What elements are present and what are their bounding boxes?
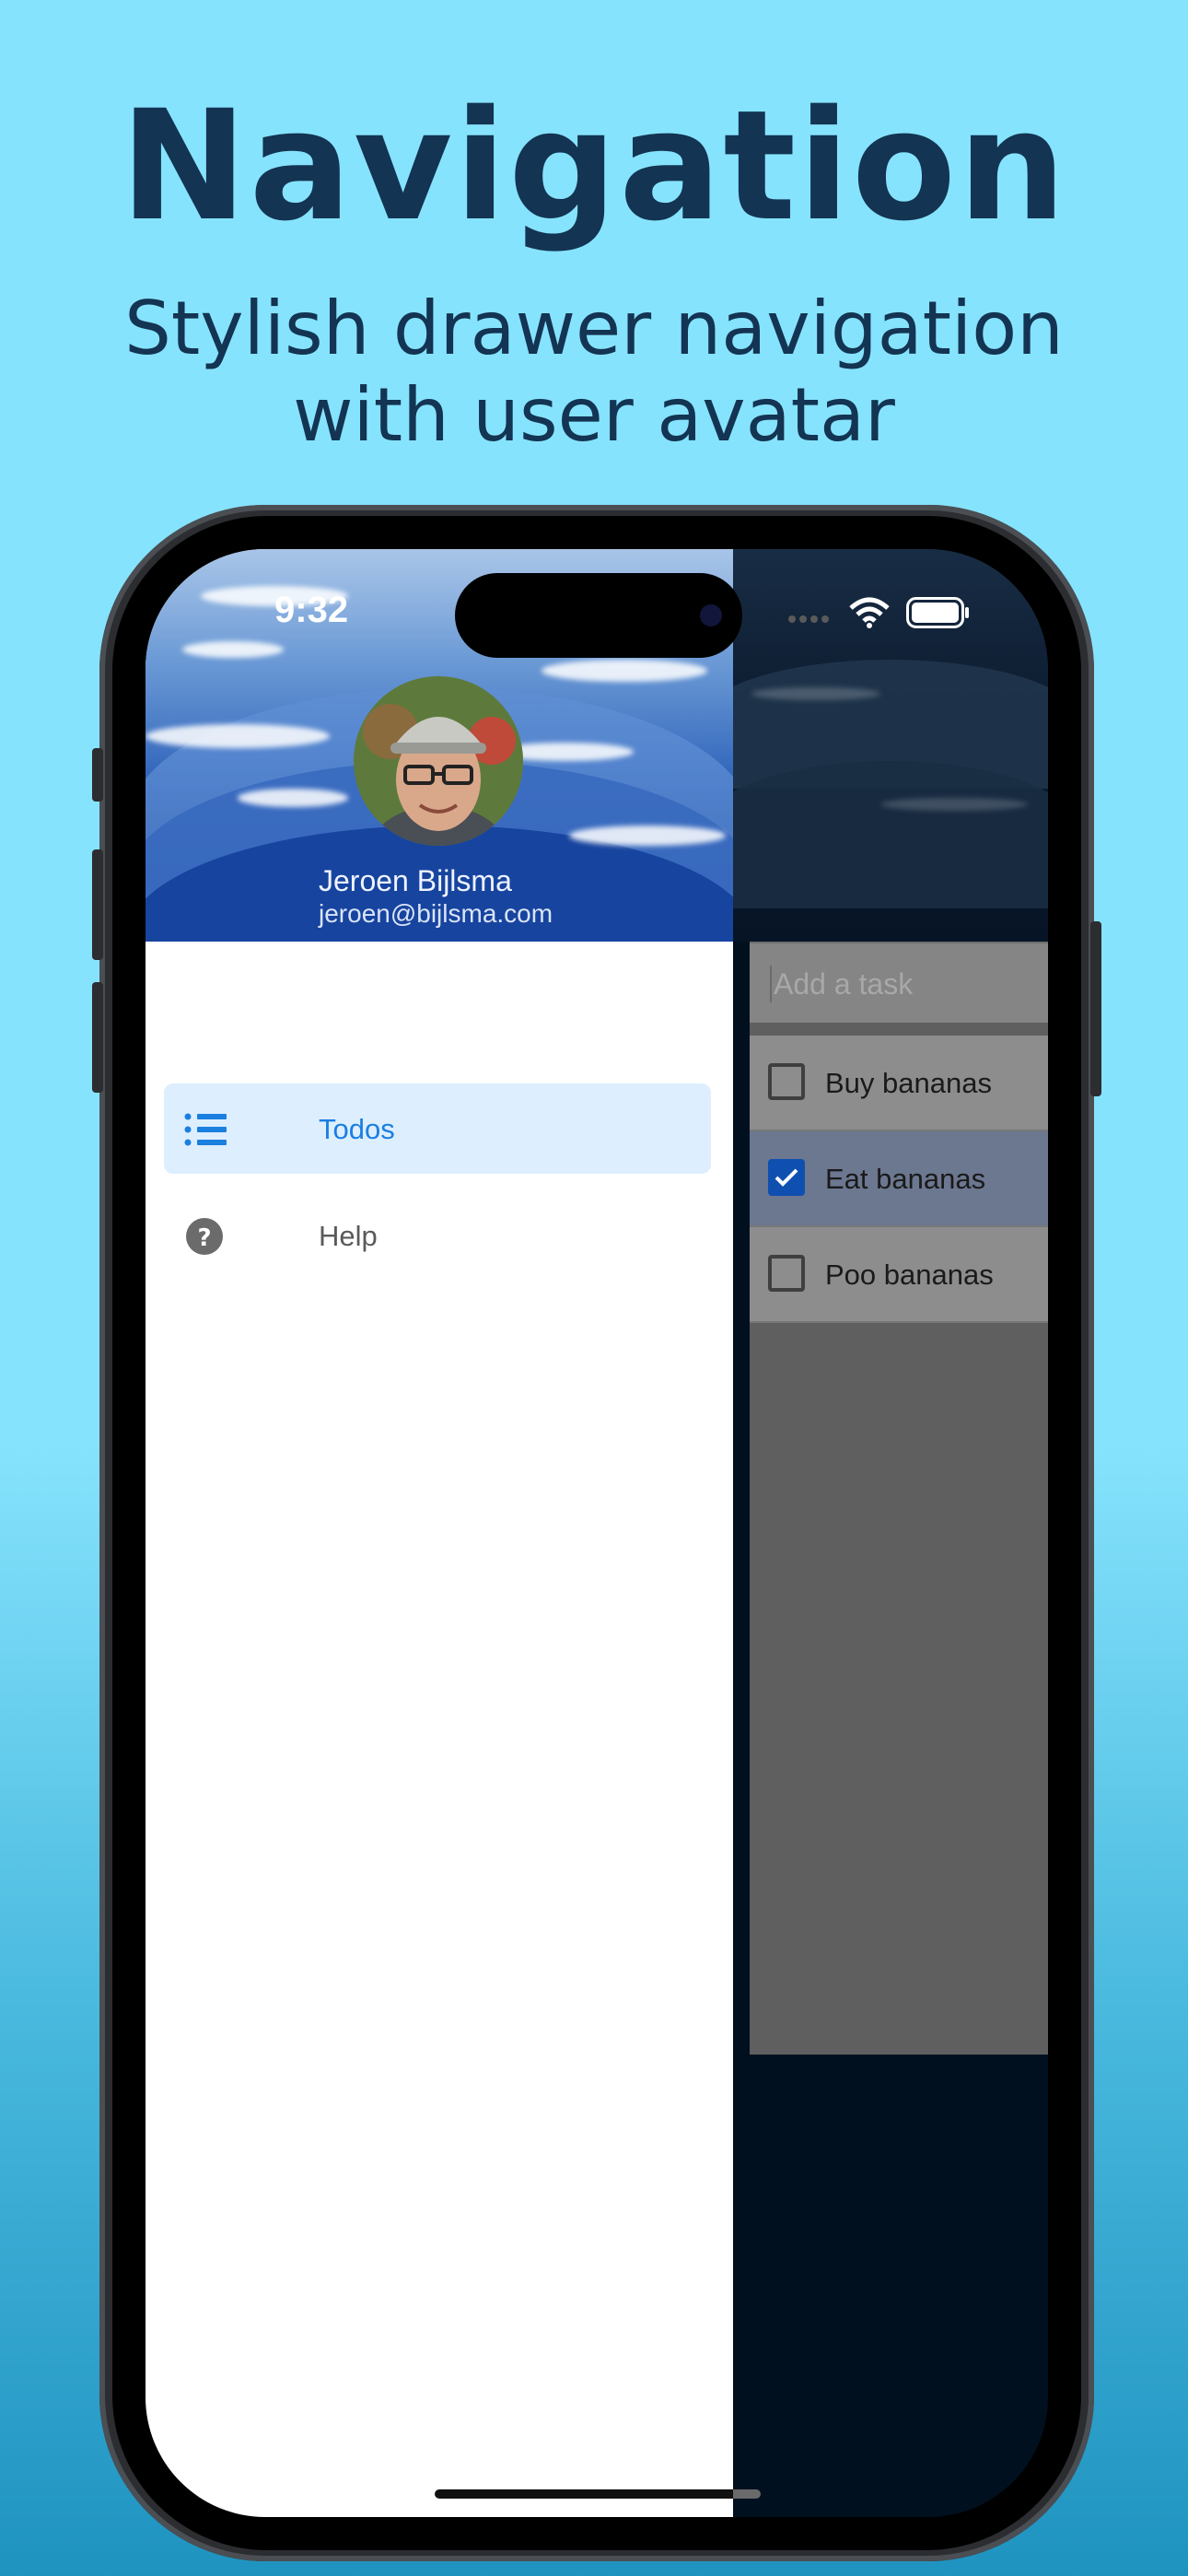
status-time: 9:32 bbox=[274, 590, 349, 630]
main-header-image bbox=[733, 549, 1048, 942]
phone-screen: Jeroen Bijlsma jeroen@bijlsma.com Todos … bbox=[146, 549, 1048, 2517]
text-caret bbox=[770, 966, 772, 1002]
add-task-placeholder: Add a task bbox=[774, 967, 914, 1001]
mountain-ridge bbox=[733, 761, 1048, 908]
phone-power-button bbox=[1090, 921, 1101, 1096]
front-camera bbox=[700, 604, 722, 626]
cloud bbox=[542, 660, 707, 682]
task-label: Eat bananas bbox=[825, 1163, 986, 1195]
promo-subhead: Stylish drawer navigation with user avat… bbox=[0, 286, 1188, 459]
phone-volume-up-button bbox=[92, 849, 103, 960]
drawer-item-label: Todos bbox=[319, 1113, 395, 1145]
main-content-scrim[interactable]: Add a task Buy bananas Eat bananas Poo b… bbox=[733, 549, 1048, 2517]
user-email: jeroen@bijlsma.com bbox=[319, 899, 553, 928]
promo-subhead-line-1: Stylish drawer navigation bbox=[124, 286, 1064, 371]
task-checkbox[interactable] bbox=[768, 1063, 805, 1100]
task-checkbox[interactable] bbox=[768, 1255, 805, 1292]
task-checkbox[interactable] bbox=[768, 1159, 805, 1196]
phone-volume-down-button bbox=[92, 982, 103, 1093]
battery-icon bbox=[906, 597, 969, 628]
add-task-input[interactable]: Add a task bbox=[750, 942, 1048, 1023]
cloud bbox=[238, 789, 348, 807]
drawer-item-todos[interactable]: Todos bbox=[164, 1083, 711, 1174]
cloud bbox=[146, 724, 330, 748]
checkmark-icon bbox=[775, 1168, 798, 1187]
wifi-icon bbox=[849, 597, 890, 628]
navigation-drawer: Jeroen Bijlsma jeroen@bijlsma.com Todos … bbox=[146, 549, 757, 2517]
task-label: Buy bananas bbox=[825, 1067, 992, 1099]
avatar-photo bbox=[354, 676, 523, 846]
svg-text:?: ? bbox=[197, 1224, 211, 1252]
home-indicator-dimmed bbox=[733, 2489, 761, 2499]
task-label: Poo bananas bbox=[825, 1259, 994, 1291]
list-icon bbox=[184, 1113, 227, 1146]
signal-dots-icon bbox=[788, 615, 829, 623]
promo-subhead-line-2: with user avatar bbox=[293, 372, 895, 458]
cloud bbox=[751, 687, 880, 700]
dynamic-island bbox=[455, 573, 742, 658]
cloud bbox=[182, 641, 284, 658]
user-avatar[interactable] bbox=[354, 676, 523, 846]
task-row[interactable]: Buy bananas bbox=[750, 1036, 1048, 1131]
phone-action-button bbox=[92, 748, 103, 802]
home-indicator[interactable] bbox=[435, 2489, 757, 2499]
drawer-item-help[interactable]: ? Help bbox=[164, 1190, 711, 1281]
cloud bbox=[569, 825, 726, 846]
user-name: Jeroen Bijlsma bbox=[319, 864, 512, 897]
todo-list-panel: Add a task Buy bananas Eat bananas Poo b… bbox=[750, 942, 1048, 2055]
cloud bbox=[880, 798, 1028, 811]
help-icon: ? bbox=[186, 1218, 223, 1255]
promo-headline: Navigation bbox=[120, 77, 1068, 254]
drawer-item-label: Help bbox=[319, 1220, 378, 1252]
task-row[interactable]: Poo bananas bbox=[750, 1227, 1048, 1323]
task-row[interactable]: Eat bananas bbox=[750, 1131, 1048, 1227]
